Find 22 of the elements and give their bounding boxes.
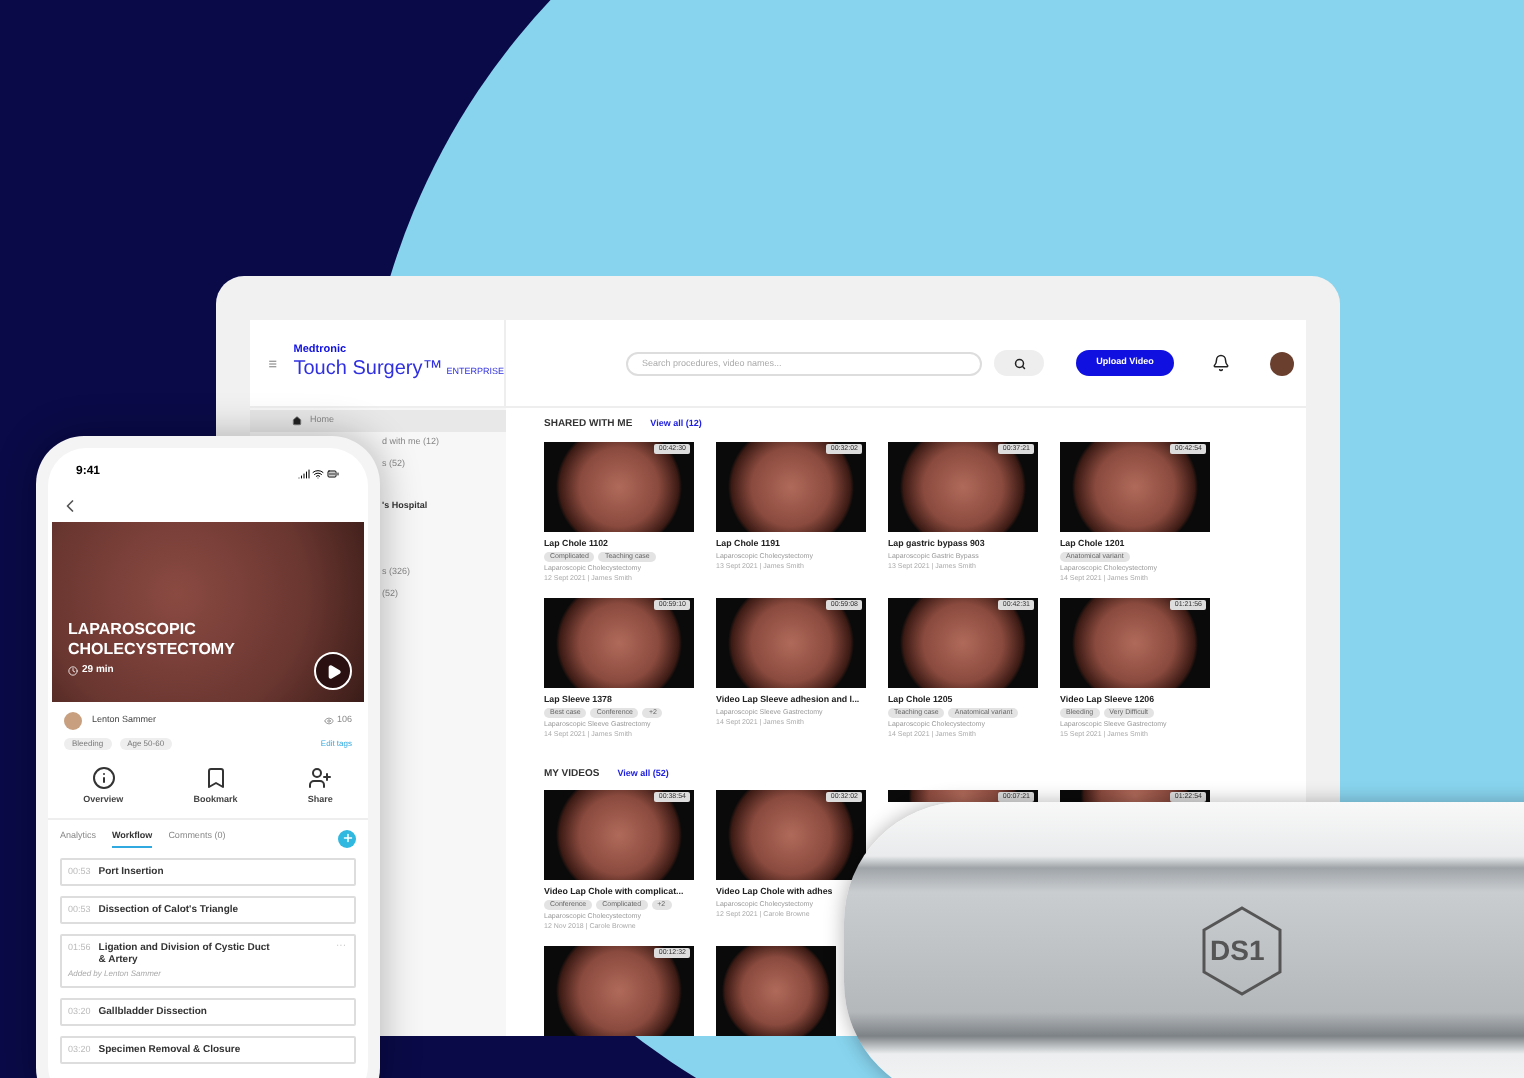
video-title: LAPAROSCOPIC CHOLECYSTECTOMY <box>68 619 237 659</box>
views-icon <box>324 715 335 725</box>
clock-icon <box>68 665 78 676</box>
hexagon-outline-icon <box>1202 906 1282 996</box>
play-button[interactable] <box>314 652 352 690</box>
add-person-icon[interactable] <box>308 766 333 790</box>
video-thumbnail[interactable] <box>716 946 836 1036</box>
avatar <box>64 711 82 729</box>
wifi-icon <box>312 467 324 479</box>
bookmark-icon[interactable] <box>203 766 228 790</box>
device-label: DS1 <box>1210 934 1265 966</box>
avatar[interactable] <box>1270 351 1294 375</box>
info-icon[interactable] <box>91 766 116 790</box>
product-name: Touch Surgery™ <box>293 358 443 382</box>
home-icon <box>292 416 302 426</box>
search-button[interactable] <box>994 350 1044 376</box>
menu-icon[interactable] <box>268 355 278 371</box>
play-icon <box>325 663 341 679</box>
notification-bell-icon[interactable] <box>1212 354 1230 372</box>
search-icon <box>1013 357 1025 369</box>
signal-icon <box>298 467 310 479</box>
battery-icon <box>326 467 340 479</box>
